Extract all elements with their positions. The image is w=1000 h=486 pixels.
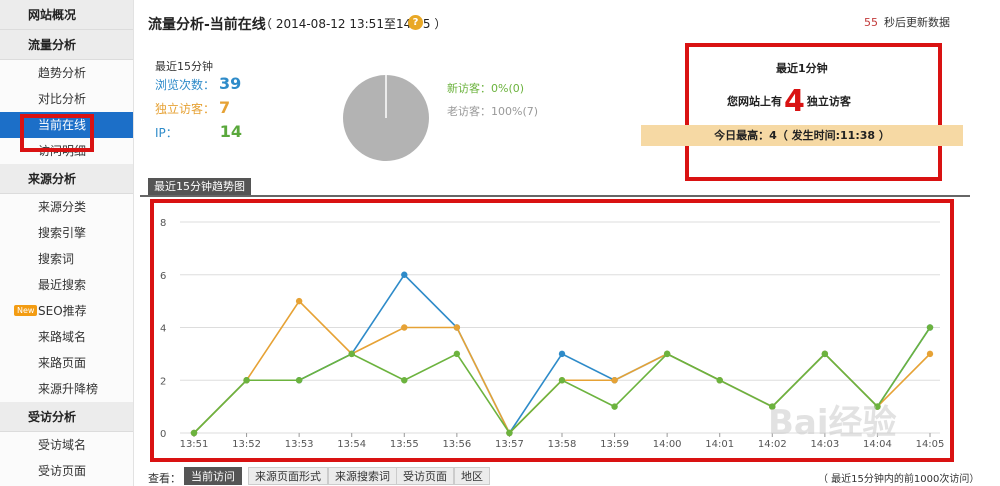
view-tab-search-terms[interactable]: 来源搜索词 bbox=[328, 467, 397, 485]
chart-point bbox=[401, 271, 408, 278]
new-badge: New bbox=[14, 305, 38, 316]
chart-point bbox=[821, 350, 829, 358]
chart-point bbox=[611, 377, 618, 384]
sidebar-item-online[interactable]: 当前在线 bbox=[0, 112, 133, 138]
watermark-logo: Bai经验 bbox=[768, 403, 897, 443]
sidebar-category-source[interactable]: 来源分析 bbox=[0, 164, 133, 194]
sidebar: 网站概况 流量分析 趋势分析 对比分析 当前在线 访问明细 来源分析 来源分类 … bbox=[0, 0, 134, 486]
help-icon[interactable]: ? bbox=[408, 15, 423, 30]
chart-point bbox=[926, 350, 934, 358]
refresh-seconds: 55 bbox=[864, 16, 878, 29]
view-tab-current-visits[interactable]: 当前访问 bbox=[184, 467, 242, 485]
view-tab-region[interactable]: 地区 bbox=[454, 467, 490, 485]
chart-y-tick-label: 2 bbox=[160, 376, 166, 387]
stat-unique-visitors: 独立访客： 7 bbox=[155, 98, 230, 117]
legend-new-visitors: 新访客：0%(0) bbox=[447, 82, 525, 95]
chart-point bbox=[401, 324, 408, 331]
chart-point bbox=[558, 377, 566, 384]
last-minute-summary: 您网站上有4 独立访客 bbox=[727, 84, 851, 119]
refresh-countdown: 55 秒后更新数据 bbox=[864, 14, 950, 30]
chart-x-tick-label: 14:01 bbox=[705, 439, 734, 450]
chart-x-tick-label: 14:05 bbox=[916, 439, 945, 450]
chart-x-tick-label: 13:53 bbox=[285, 439, 314, 450]
stat-label: 独立访客： bbox=[155, 102, 216, 116]
stat-pageviews: 浏览次数： 39 bbox=[155, 74, 241, 93]
page-title: 流量分析-当前在线 bbox=[148, 17, 266, 33]
stat-ip: IP： 14 bbox=[155, 122, 242, 141]
chart-y-tick-label: 8 bbox=[160, 218, 166, 229]
visitor-pie-chart bbox=[343, 75, 429, 161]
chart-point bbox=[295, 297, 303, 305]
chart-point bbox=[453, 350, 461, 358]
sidebar-item-overview[interactable]: 网站概况 bbox=[0, 0, 133, 30]
stat-value: 7 bbox=[219, 98, 231, 117]
chart-y-tick-label: 6 bbox=[160, 271, 166, 282]
chart-x-tick-label: 13:54 bbox=[337, 439, 366, 450]
sidebar-item-compare[interactable]: 对比分析 bbox=[0, 86, 133, 112]
chart-y-tick-label: 4 bbox=[160, 324, 166, 335]
sidebar-item-source-rank[interactable]: 来源升降榜 bbox=[0, 376, 133, 402]
chart-x-tick-label: 13:56 bbox=[442, 439, 471, 450]
sidebar-item-visited-domain[interactable]: 受访域名 bbox=[0, 432, 133, 458]
chart-x-tick-label: 14:00 bbox=[653, 439, 682, 450]
view-tab-referrer-form[interactable]: 来源页面形式 bbox=[248, 467, 328, 485]
sidebar-item-referrer-domain[interactable]: 来路域名 bbox=[0, 324, 133, 350]
chart-x-tick-label: 13:51 bbox=[180, 439, 209, 450]
chart-y-tick-label: 0 bbox=[160, 429, 166, 440]
chart-point bbox=[453, 324, 461, 331]
chart-point bbox=[926, 324, 934, 331]
chart-point bbox=[506, 429, 513, 437]
chart-point bbox=[716, 377, 723, 384]
stat-label: 浏览次数： bbox=[155, 78, 216, 92]
sidebar-item-recent-search[interactable]: 最近搜索 bbox=[0, 272, 133, 298]
chart-point bbox=[663, 350, 671, 358]
sidebar-item-seo[interactable]: New SEO推荐 bbox=[0, 298, 133, 324]
chart-point bbox=[611, 403, 618, 410]
today-peak-bar: 今日最高：4（ 发生时间:11:38 ） bbox=[641, 125, 963, 146]
last-minute-count: 4 bbox=[784, 84, 805, 119]
chart-x-tick-label: 13:55 bbox=[390, 439, 419, 450]
sidebar-category-traffic[interactable]: 流量分析 bbox=[0, 30, 133, 60]
view-tab-visited-pages[interactable]: 受访页面 bbox=[396, 467, 454, 485]
chart-point bbox=[243, 377, 250, 384]
sidebar-item-visit-detail[interactable]: 访问明细 bbox=[0, 138, 133, 164]
sidebar-item-search-engine[interactable]: 搜索引擎 bbox=[0, 220, 133, 246]
chart-point bbox=[295, 377, 303, 384]
sidebar-category-visited[interactable]: 受访分析 bbox=[0, 402, 133, 432]
stats-title: 最近15分钟 bbox=[155, 60, 213, 73]
bottom-note: （ 最近15分钟内的前1000次访问） bbox=[818, 474, 980, 485]
chart-x-tick-label: 13:57 bbox=[495, 439, 524, 450]
stat-label: IP： bbox=[155, 126, 178, 140]
last-minute-suffix: 独立访客 bbox=[806, 95, 851, 108]
chart-point bbox=[401, 377, 408, 384]
chart-tab[interactable]: 最近15分钟趋势图 bbox=[148, 178, 251, 195]
chart-point bbox=[348, 350, 355, 358]
chart-x-tick-label: 13:58 bbox=[548, 439, 577, 450]
refresh-text: 秒后更新数据 bbox=[884, 16, 950, 29]
sidebar-item-referrer-page[interactable]: 来路页面 bbox=[0, 350, 133, 376]
chart-point bbox=[558, 350, 566, 358]
sidebar-item-label: SEO推荐 bbox=[38, 304, 87, 318]
last-minute-prefix: 您网站上有 bbox=[727, 95, 782, 108]
chart-point bbox=[190, 429, 198, 437]
legend-old-visitors: 老访客：100%(7) bbox=[447, 105, 539, 118]
sidebar-item-trend[interactable]: 趋势分析 bbox=[0, 60, 133, 86]
chart-x-tick-label: 13:52 bbox=[232, 439, 261, 450]
last-minute-title: 最近1分钟 bbox=[776, 62, 828, 75]
stat-value: 39 bbox=[219, 74, 242, 93]
sidebar-item-source-category[interactable]: 来源分类 bbox=[0, 194, 133, 220]
view-label: 查看： bbox=[148, 472, 181, 485]
stat-value: 14 bbox=[219, 122, 243, 141]
sidebar-item-search-term[interactable]: 搜索词 bbox=[0, 246, 133, 272]
sidebar-item-visited-page[interactable]: 受访页面 bbox=[0, 458, 133, 484]
chart-x-tick-label: 13:59 bbox=[600, 439, 629, 450]
